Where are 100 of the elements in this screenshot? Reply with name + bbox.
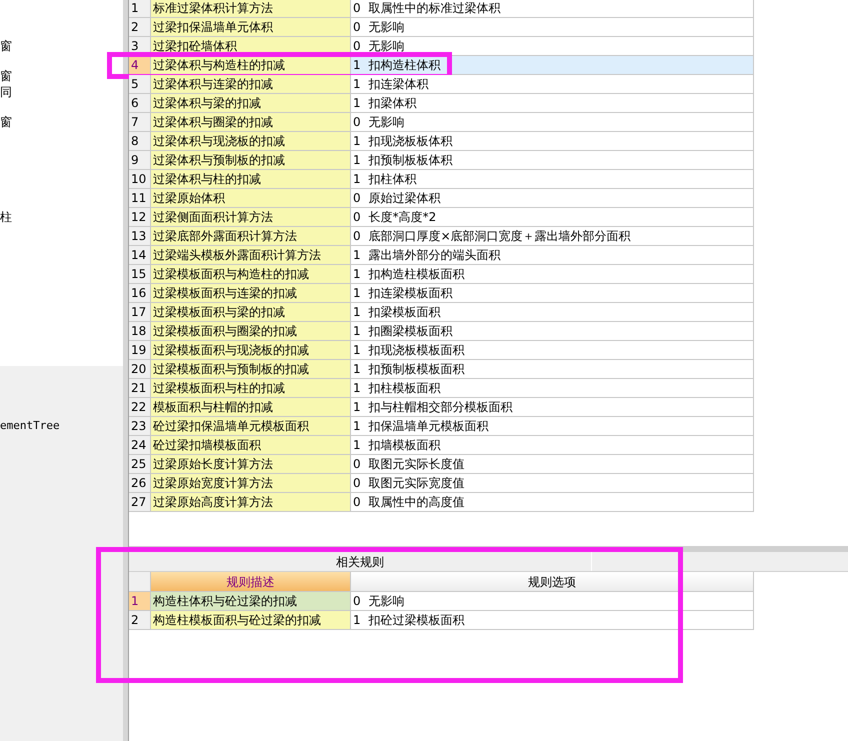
option-code: 1 [353,399,361,416]
option-code: 0 [353,0,361,17]
row-number[interactable]: 22 [129,398,151,416]
rule-name-cell: 过梁原始体积 [151,189,351,207]
rule-name-cell: 模板面积与柱帽的扣减 [151,398,351,416]
row-number[interactable]: 21 [129,379,151,397]
row-number[interactable]: 14 [129,246,151,264]
option-code: 1 [353,612,361,629]
row-number[interactable]: 1 [129,592,151,610]
rule-name-cell: 过梁体积与圈梁的扣减 [151,113,351,131]
option-value: 无影响 [368,19,405,36]
row-number[interactable]: 7 [129,113,151,131]
row-number[interactable]: 11 [129,189,151,207]
rule-name-cell: 过梁原始长度计算方法 [151,455,351,473]
row-number[interactable]: 16 [129,284,151,302]
option-code: 1 [353,133,361,150]
rule-name-cell: 过梁体积与预制板的扣减 [151,151,351,169]
rule-name-cell: 过梁体积与连梁的扣减 [151,75,351,93]
row-number[interactable]: 15 [129,265,151,283]
column-header[interactable]: 规则选项 [351,572,753,591]
option-value: 扣现浇板板体积 [368,133,453,150]
option-code: 0 [353,228,361,245]
rule-name-cell: 构造柱模板面积与砼过梁的扣减 [151,611,351,629]
row-number[interactable]: 18 [129,322,151,340]
clipped-label: 窗 [0,38,12,54]
option-code: 1 [353,437,361,454]
row-number[interactable]: 6 [129,94,151,112]
row-number[interactable]: 17 [129,303,151,321]
row-number[interactable]: 1 [129,0,151,17]
clipped-label: 柱 [0,209,12,225]
rule-name-cell: 过梁原始高度计算方法 [151,493,351,511]
option-value: 扣柱模板面积 [368,380,441,397]
rule-name-cell: 过梁体积与柱的扣减 [151,170,351,188]
option-value: 露出墙外部分的端头面积 [368,247,501,264]
rule-name-cell: 过梁模板面积与柱的扣减 [151,379,351,397]
row-number[interactable]: 23 [129,417,151,435]
option-code: 1 [353,266,361,283]
option-value: 扣砼过梁模板面积 [368,612,465,629]
option-value: 扣墙模板面积 [368,437,441,454]
rule-name-cell: 过梁模板面积与构造柱的扣减 [151,265,351,283]
option-code: 1 [353,361,361,378]
option-value: 扣柱体积 [368,171,417,188]
option-value: 扣构造柱体积 [368,57,441,74]
option-code: 1 [353,95,361,112]
option-code: 0 [353,190,361,207]
option-code: 1 [353,285,361,302]
option-code: 0 [353,38,361,55]
row-number[interactable]: 20 [129,360,151,378]
option-code: 1 [353,342,361,359]
option-code: 0 [353,114,361,131]
option-code: 1 [353,57,361,74]
row-number[interactable]: 13 [129,227,151,245]
option-value: 扣构造柱模板面积 [368,266,465,283]
option-value: 扣保温墙单元模板面积 [368,418,489,435]
rule-name-cell: 过梁模板面积与连梁的扣减 [151,284,351,302]
row-number[interactable]: 4 [129,56,151,74]
option-value: 扣梁体积 [368,95,417,112]
option-code: 0 [353,456,361,473]
rule-name-cell: 过梁体积与构造柱的扣减 [151,56,351,74]
option-value: 扣圈梁模板面积 [368,323,453,340]
rule-name-cell: 过梁底部外露面积计算方法 [151,227,351,245]
row-number[interactable]: 19 [129,341,151,359]
option-value: 扣连梁体积 [368,76,429,93]
row-number[interactable]: 24 [129,436,151,454]
row-number[interactable]: 12 [129,208,151,226]
option-value: 取图元实际宽度值 [368,475,465,492]
rule-name-cell: 过梁体积与梁的扣减 [151,94,351,112]
rule-name-cell: 过梁模板面积与梁的扣减 [151,303,351,321]
rule-name-cell: 过梁模板面积与圈梁的扣减 [151,322,351,340]
row-number[interactable]: 26 [129,474,151,492]
row-number[interactable]: 2 [129,18,151,36]
option-code: 1 [353,380,361,397]
row-number[interactable]: 25 [129,455,151,473]
row-number[interactable]: 27 [129,493,151,511]
rule-name-cell: 标准过梁体积计算方法 [151,0,351,17]
rule-name-cell: 过梁扣保温墙单元体积 [151,18,351,36]
row-number[interactable]: 10 [129,170,151,188]
option-value: 取属性中的高度值 [368,494,465,511]
option-value: 扣预制板板体积 [368,152,453,169]
clipped-label: 同 [0,84,12,100]
panel-title: 相关规则 [129,552,592,571]
option-value: 扣现浇板模板面积 [368,342,465,359]
option-value: 取图元实际长度值 [368,456,465,473]
option-value: 底部洞口厚度×底部洞口宽度＋露出墙外部分面积 [368,228,631,245]
rule-name-cell: 砼过梁扣墙模板面积 [151,436,351,454]
option-code: 0 [353,19,361,36]
option-value: 无影响 [368,38,405,55]
option-value: 长度*高度*2 [368,209,436,226]
option-code: 1 [353,152,361,169]
row-number[interactable]: 8 [129,132,151,150]
row-number[interactable]: 5 [129,75,151,93]
option-code: 0 [353,475,361,492]
option-code: 0 [353,209,361,226]
option-value: 无影响 [368,593,405,610]
option-code: 1 [353,247,361,264]
row-number[interactable]: 2 [129,611,151,629]
row-number[interactable]: 9 [129,151,151,169]
option-code: 1 [353,304,361,321]
option-code: 1 [353,76,361,93]
column-header[interactable]: 规则描述 [151,572,351,591]
